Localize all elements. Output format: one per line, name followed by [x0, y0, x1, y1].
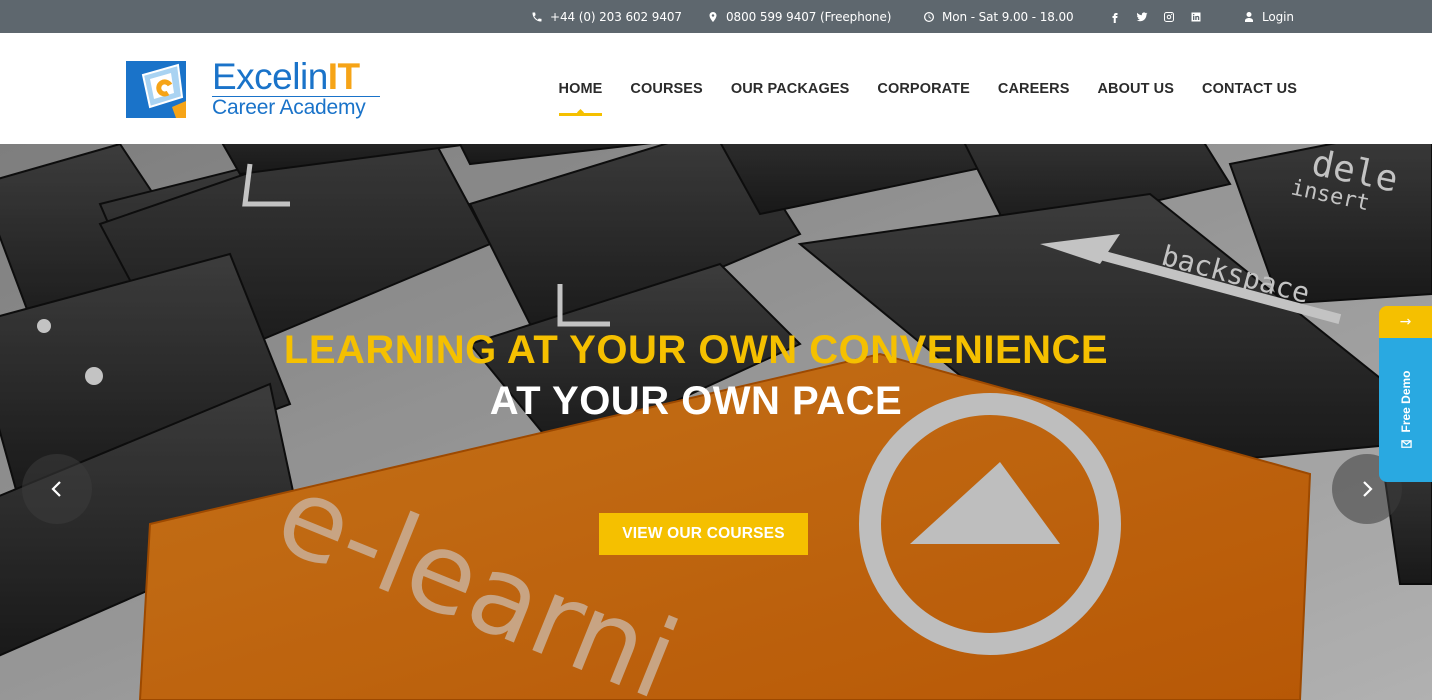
nav-item-corporate[interactable]: CORPORATE: [877, 81, 969, 97]
nav-item-contact-us[interactable]: CONTACT US: [1202, 81, 1297, 97]
top-info-bar: +44 (0) 203 602 9407 0800 599 9407 (Free…: [0, 0, 1432, 33]
site-header: ExcelinIT Career Academy HOME COURSES OU…: [0, 33, 1432, 144]
nav-item-careers[interactable]: CAREERS: [998, 81, 1070, 97]
phone-icon: [531, 11, 543, 23]
social-links: [1108, 0, 1202, 33]
hero-slider: backspace insert dele e-learni LEARNING …: [0, 144, 1432, 700]
logo-tagline: Career Academy: [212, 96, 366, 119]
phone-number: +44 (0) 203 602 9407: [550, 9, 682, 24]
free-demo-content: Free Demo: [1399, 370, 1413, 449]
nav-item-courses[interactable]: COURSES: [630, 81, 702, 97]
opening-hours: Mon - Sat 9.00 - 18.00: [923, 0, 1074, 33]
linkedin-icon[interactable]: [1189, 10, 1202, 23]
free-demo-button[interactable]: Free Demo: [1379, 338, 1432, 482]
chevron-right-icon: [1363, 481, 1373, 497]
hero-subheadline: AT YOUR OWN PACE: [489, 379, 903, 423]
nav-item-our-packages[interactable]: OUR PACKAGES: [731, 81, 850, 97]
site-logo[interactable]: ExcelinIT Career Academy: [126, 56, 386, 122]
nav-item-about-us[interactable]: ABOUT US: [1097, 81, 1174, 97]
free-demo-label: Free Demo: [1398, 370, 1413, 433]
hero-headline: LEARNING AT YOUR OWN CONVENIENCE: [283, 328, 1109, 372]
location-pin-icon: [707, 11, 719, 23]
envelope-icon: [1400, 440, 1411, 448]
logo-brand-part2: IT: [327, 56, 360, 97]
logo-mark-icon: [126, 61, 186, 118]
instagram-icon[interactable]: [1162, 10, 1175, 23]
twitter-icon[interactable]: [1135, 10, 1148, 23]
hours-text: Mon - Sat 9.00 - 18.00: [942, 9, 1074, 24]
login-label: Login: [1262, 9, 1294, 24]
logo-wordmark: ExcelinIT: [212, 56, 360, 98]
user-icon: [1243, 11, 1255, 23]
freephone-number: 0800 599 9407 (Freephone): [726, 9, 892, 24]
login-link[interactable]: Login: [1243, 0, 1294, 33]
view-courses-button[interactable]: VIEW OUR COURSES: [599, 513, 808, 555]
nav-item-home[interactable]: HOME: [558, 81, 603, 116]
phone-contact[interactable]: +44 (0) 203 602 9407: [531, 0, 682, 33]
logo-brand-part1: Excelin: [212, 56, 328, 97]
demo-toggle-button[interactable]: →: [1379, 306, 1432, 338]
freephone-contact[interactable]: 0800 599 9407 (Freephone): [707, 0, 891, 33]
clock-icon: [923, 11, 935, 23]
facebook-icon[interactable]: [1108, 10, 1121, 23]
slider-prev-button[interactable]: [22, 454, 92, 524]
main-nav: HOME COURSES OUR PACKAGES CORPORATE CARE…: [558, 33, 1297, 144]
chevron-left-icon: [51, 481, 61, 497]
arrow-right-icon: →: [1399, 314, 1412, 330]
free-demo-tab: → Free Demo: [1379, 306, 1432, 482]
